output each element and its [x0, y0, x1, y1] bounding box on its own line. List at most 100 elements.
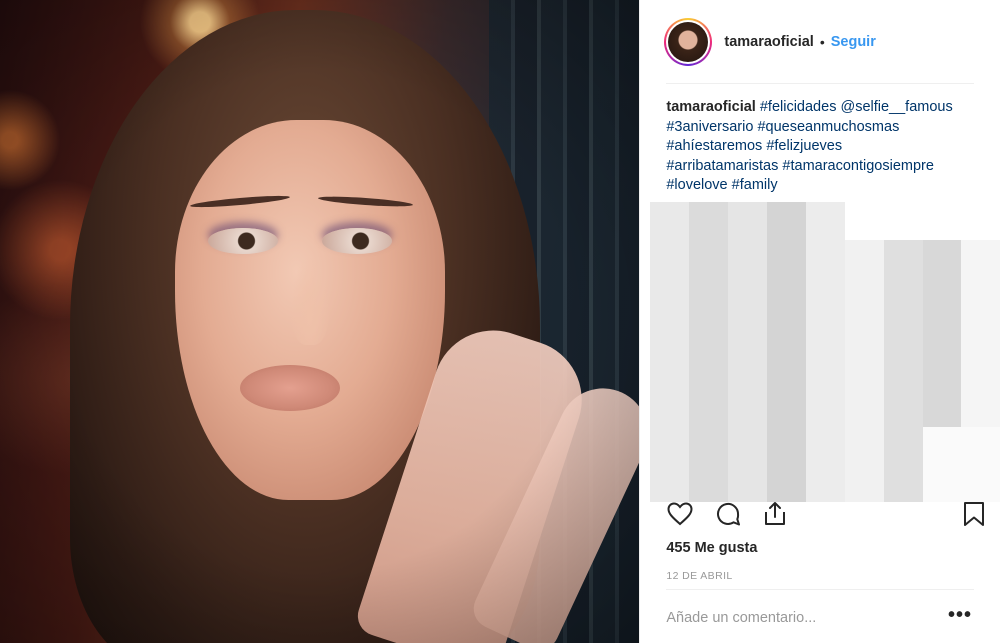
pixel-block: [844, 314, 884, 352]
pixel-block: [805, 277, 845, 315]
pixel-block: [922, 202, 962, 240]
pixelated-comments-area: [650, 202, 1000, 502]
pixel-block: [922, 464, 962, 502]
pixel-block: [650, 427, 690, 465]
caption-hashtag[interactable]: #arribatamaristas: [666, 158, 778, 174]
pixel-block: [922, 314, 962, 352]
pixel-block: [689, 427, 729, 465]
pixel-block: [728, 314, 768, 352]
pixel-block: [922, 277, 962, 315]
pixel-block: [961, 239, 1000, 277]
caption-hashtag[interactable]: #3aniversario: [666, 119, 753, 135]
pixel-block: [767, 389, 806, 427]
pixel-block: [961, 427, 1000, 465]
pixel-block: [805, 202, 845, 240]
pixel-block: [883, 202, 923, 240]
caption-hashtag[interactable]: #ahíestaremos: [666, 138, 762, 154]
pixel-block: [961, 464, 1000, 502]
pixel-block: [883, 464, 923, 502]
pixel-block: [689, 277, 729, 315]
pixel-block: [805, 239, 845, 277]
caption-hashtag[interactable]: #felicidades: [760, 99, 837, 115]
pixel-block: [650, 277, 690, 315]
pixel-block: [650, 314, 690, 352]
pixel-block: [805, 314, 845, 352]
pixel-block: [767, 464, 806, 502]
pixel-block: [844, 202, 884, 240]
caption-hashtag[interactable]: #felizjueves: [766, 138, 842, 154]
pixel-block: [650, 202, 690, 240]
post-header: tamaraoficial • Seguir: [640, 0, 1000, 84]
pixel-block: [883, 239, 923, 277]
pixel-block: [961, 314, 1000, 352]
avatar-story-ring[interactable]: [664, 18, 713, 66]
pixel-block: [883, 277, 923, 315]
pixel-block: [883, 352, 923, 390]
heart-icon[interactable]: [666, 500, 694, 528]
pixel-block: [961, 202, 1000, 240]
pixel-block: [805, 389, 845, 427]
pixel-block: [650, 464, 690, 502]
pixel-block: [844, 427, 884, 465]
post-photo[interactable]: [0, 0, 640, 643]
pixel-block: [767, 427, 806, 465]
pixel-block: [844, 464, 884, 502]
pixel-block: [961, 277, 1000, 315]
caption-username[interactable]: tamaraoficial: [666, 99, 755, 115]
pixel-block: [961, 352, 1000, 390]
pixel-block: [650, 352, 690, 390]
likes-count[interactable]: 455 Me gusta: [666, 540, 757, 556]
pixel-block: [728, 202, 768, 240]
pixel-block: [805, 464, 845, 502]
post-side-panel: tamaraoficial • Seguir tamaraoficial #fe…: [639, 0, 1000, 643]
pixel-block: [689, 239, 729, 277]
pixel-block: [922, 389, 962, 427]
pixel-block: [767, 202, 806, 240]
avatar: [668, 22, 709, 62]
share-icon[interactable]: [761, 500, 789, 528]
pixel-block: [689, 352, 729, 390]
pixel-block: [689, 202, 729, 240]
header-username[interactable]: tamaraoficial: [724, 34, 813, 50]
header-separator: •: [819, 34, 825, 50]
pixel-block: [805, 427, 845, 465]
pixel-block: [883, 427, 923, 465]
more-options-icon[interactable]: •••: [948, 604, 972, 627]
pixel-block: [767, 352, 806, 390]
instagram-post: tamaraoficial • Seguir tamaraoficial #fe…: [0, 0, 1000, 643]
pixel-block: [767, 239, 806, 277]
comment-input[interactable]: [666, 605, 939, 631]
post-caption: tamaraoficial #felicidades @selfie__famo…: [666, 98, 986, 196]
pixel-block: [844, 389, 884, 427]
pixel-block: [805, 352, 845, 390]
pixel-block: [844, 352, 884, 390]
pixel-block: [922, 352, 962, 390]
photo-vignette: [0, 0, 640, 643]
caption-mention[interactable]: @selfie__famous: [840, 99, 952, 115]
pixel-block: [728, 277, 768, 315]
pixel-block: [689, 464, 729, 502]
pixel-block: [650, 389, 690, 427]
pixel-block: [728, 239, 768, 277]
post-date[interactable]: 12 DE ABRIL: [666, 570, 732, 582]
pixel-block: [961, 389, 1000, 427]
pixel-block: [922, 427, 962, 465]
pixel-block: [922, 239, 962, 277]
comment-divider: [666, 589, 974, 590]
caption-hashtag[interactable]: #lovelove: [666, 177, 727, 193]
caption-hashtag[interactable]: #tamaracontigosiempre: [782, 158, 934, 174]
pixel-block: [728, 389, 768, 427]
pixel-block: [689, 314, 729, 352]
pixel-block: [767, 314, 806, 352]
pixel-block: [689, 389, 729, 427]
caption-hashtag[interactable]: #queseanmuchosmas: [757, 119, 899, 135]
pixel-block: [728, 352, 768, 390]
header-divider: [666, 83, 975, 84]
caption-hashtag[interactable]: #family: [732, 177, 778, 193]
bookmark-icon[interactable]: [960, 500, 988, 528]
follow-button[interactable]: Seguir: [831, 34, 876, 50]
pixel-block: [650, 239, 690, 277]
comment-icon[interactable]: [714, 500, 742, 528]
pixel-block: [728, 427, 768, 465]
pixel-block: [844, 239, 884, 277]
